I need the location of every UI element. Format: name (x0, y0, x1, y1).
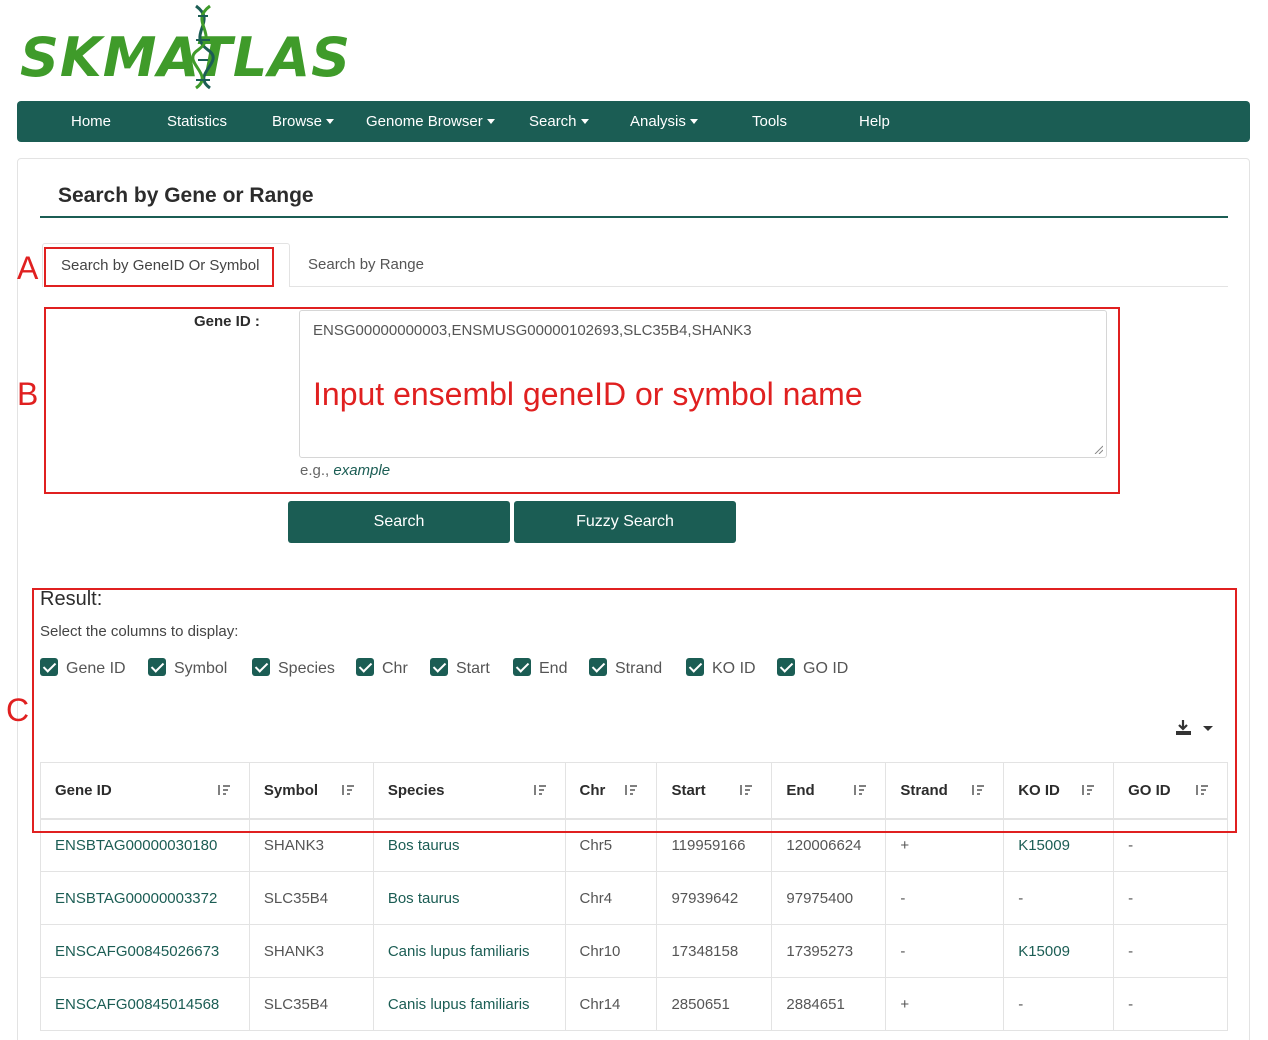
dna-helix-icon (191, 4, 215, 90)
search-button[interactable]: Search (288, 501, 510, 543)
nav-genome-browser[interactable]: Genome Browser (366, 101, 495, 142)
cell-ko-id[interactable]: K15009 (1003, 924, 1115, 978)
nav-browse[interactable]: Browse (272, 101, 335, 142)
cell-gene-id[interactable]: ENSBTAG00000003372 (40, 871, 250, 925)
cell-ko-id: - (1003, 977, 1115, 1031)
cell-species[interactable]: Bos taurus (372, 871, 566, 925)
cell-start: 2850651 (656, 977, 773, 1031)
annotation-letter-c: C (6, 692, 30, 728)
tab-search-by-range[interactable]: Search by Range (308, 243, 424, 287)
cell-gene-id[interactable]: ENSCAFG00845014568 (40, 977, 250, 1031)
cell-ko-id: - (1003, 871, 1115, 925)
cell-end: 2884651 (771, 977, 887, 1031)
caret-down-icon (326, 119, 335, 124)
cell-strand: + (885, 977, 1005, 1031)
nav-tools[interactable]: Tools (752, 101, 787, 142)
caret-down-icon (689, 119, 698, 124)
cell-go-id: - (1113, 977, 1228, 1031)
cell-symbol: SLC35B4 (248, 977, 374, 1031)
cell-end: 17395273 (771, 924, 887, 978)
table-row: ENSCAFG00845026673 SHANK3 Canis lupus fa… (40, 924, 1228, 978)
annotation-letter-b: B (17, 376, 39, 412)
cell-go-id: - (1113, 871, 1228, 925)
nav-analysis[interactable]: Analysis (630, 101, 698, 142)
cell-start: 97939642 (656, 871, 773, 925)
nav-search[interactable]: Search (529, 101, 589, 142)
cell-gene-id[interactable]: ENSCAFG00845026673 (40, 924, 250, 978)
cell-chr: Chr14 (564, 977, 658, 1031)
nav-home[interactable]: Home (71, 101, 111, 142)
nav-help[interactable]: Help (859, 101, 890, 142)
annotation-input-hint: Input ensembl geneID or symbol name (313, 376, 863, 412)
caret-down-icon (486, 119, 495, 124)
table-row: ENSCAFG00845014568 SLC35B4 Canis lupus f… (40, 977, 1228, 1031)
cell-symbol: SLC35B4 (248, 871, 374, 925)
annotation-box-c (32, 588, 1237, 833)
tabs-divider (290, 286, 1228, 287)
page-title: Search by Gene or Range (58, 184, 314, 207)
cell-start: 17348158 (656, 924, 773, 978)
cell-chr: Chr10 (564, 924, 658, 978)
annotation-box-a (44, 247, 274, 287)
cell-strand: - (885, 924, 1005, 978)
nav-statistics[interactable]: Statistics (167, 101, 227, 142)
cell-species[interactable]: Canis lupus familiaris (372, 924, 566, 978)
annotation-letter-a: A (17, 250, 39, 286)
cell-end: 97975400 (771, 871, 887, 925)
cell-chr: Chr4 (564, 871, 658, 925)
cell-species[interactable]: Canis lupus familiaris (372, 977, 566, 1031)
title-divider (40, 216, 1228, 218)
fuzzy-search-button[interactable]: Fuzzy Search (514, 501, 736, 543)
cell-symbol: SHANK3 (248, 924, 374, 978)
main-navbar: Home Statistics Browse Genome Browser Se… (17, 101, 1250, 142)
site-logo[interactable]: SKMATLAS (20, 4, 360, 92)
table-row: ENSBTAG00000003372 SLC35B4 Bos taurus Ch… (40, 871, 1228, 925)
cell-go-id: - (1113, 924, 1228, 978)
cell-strand: - (885, 871, 1005, 925)
caret-down-icon (580, 119, 589, 124)
